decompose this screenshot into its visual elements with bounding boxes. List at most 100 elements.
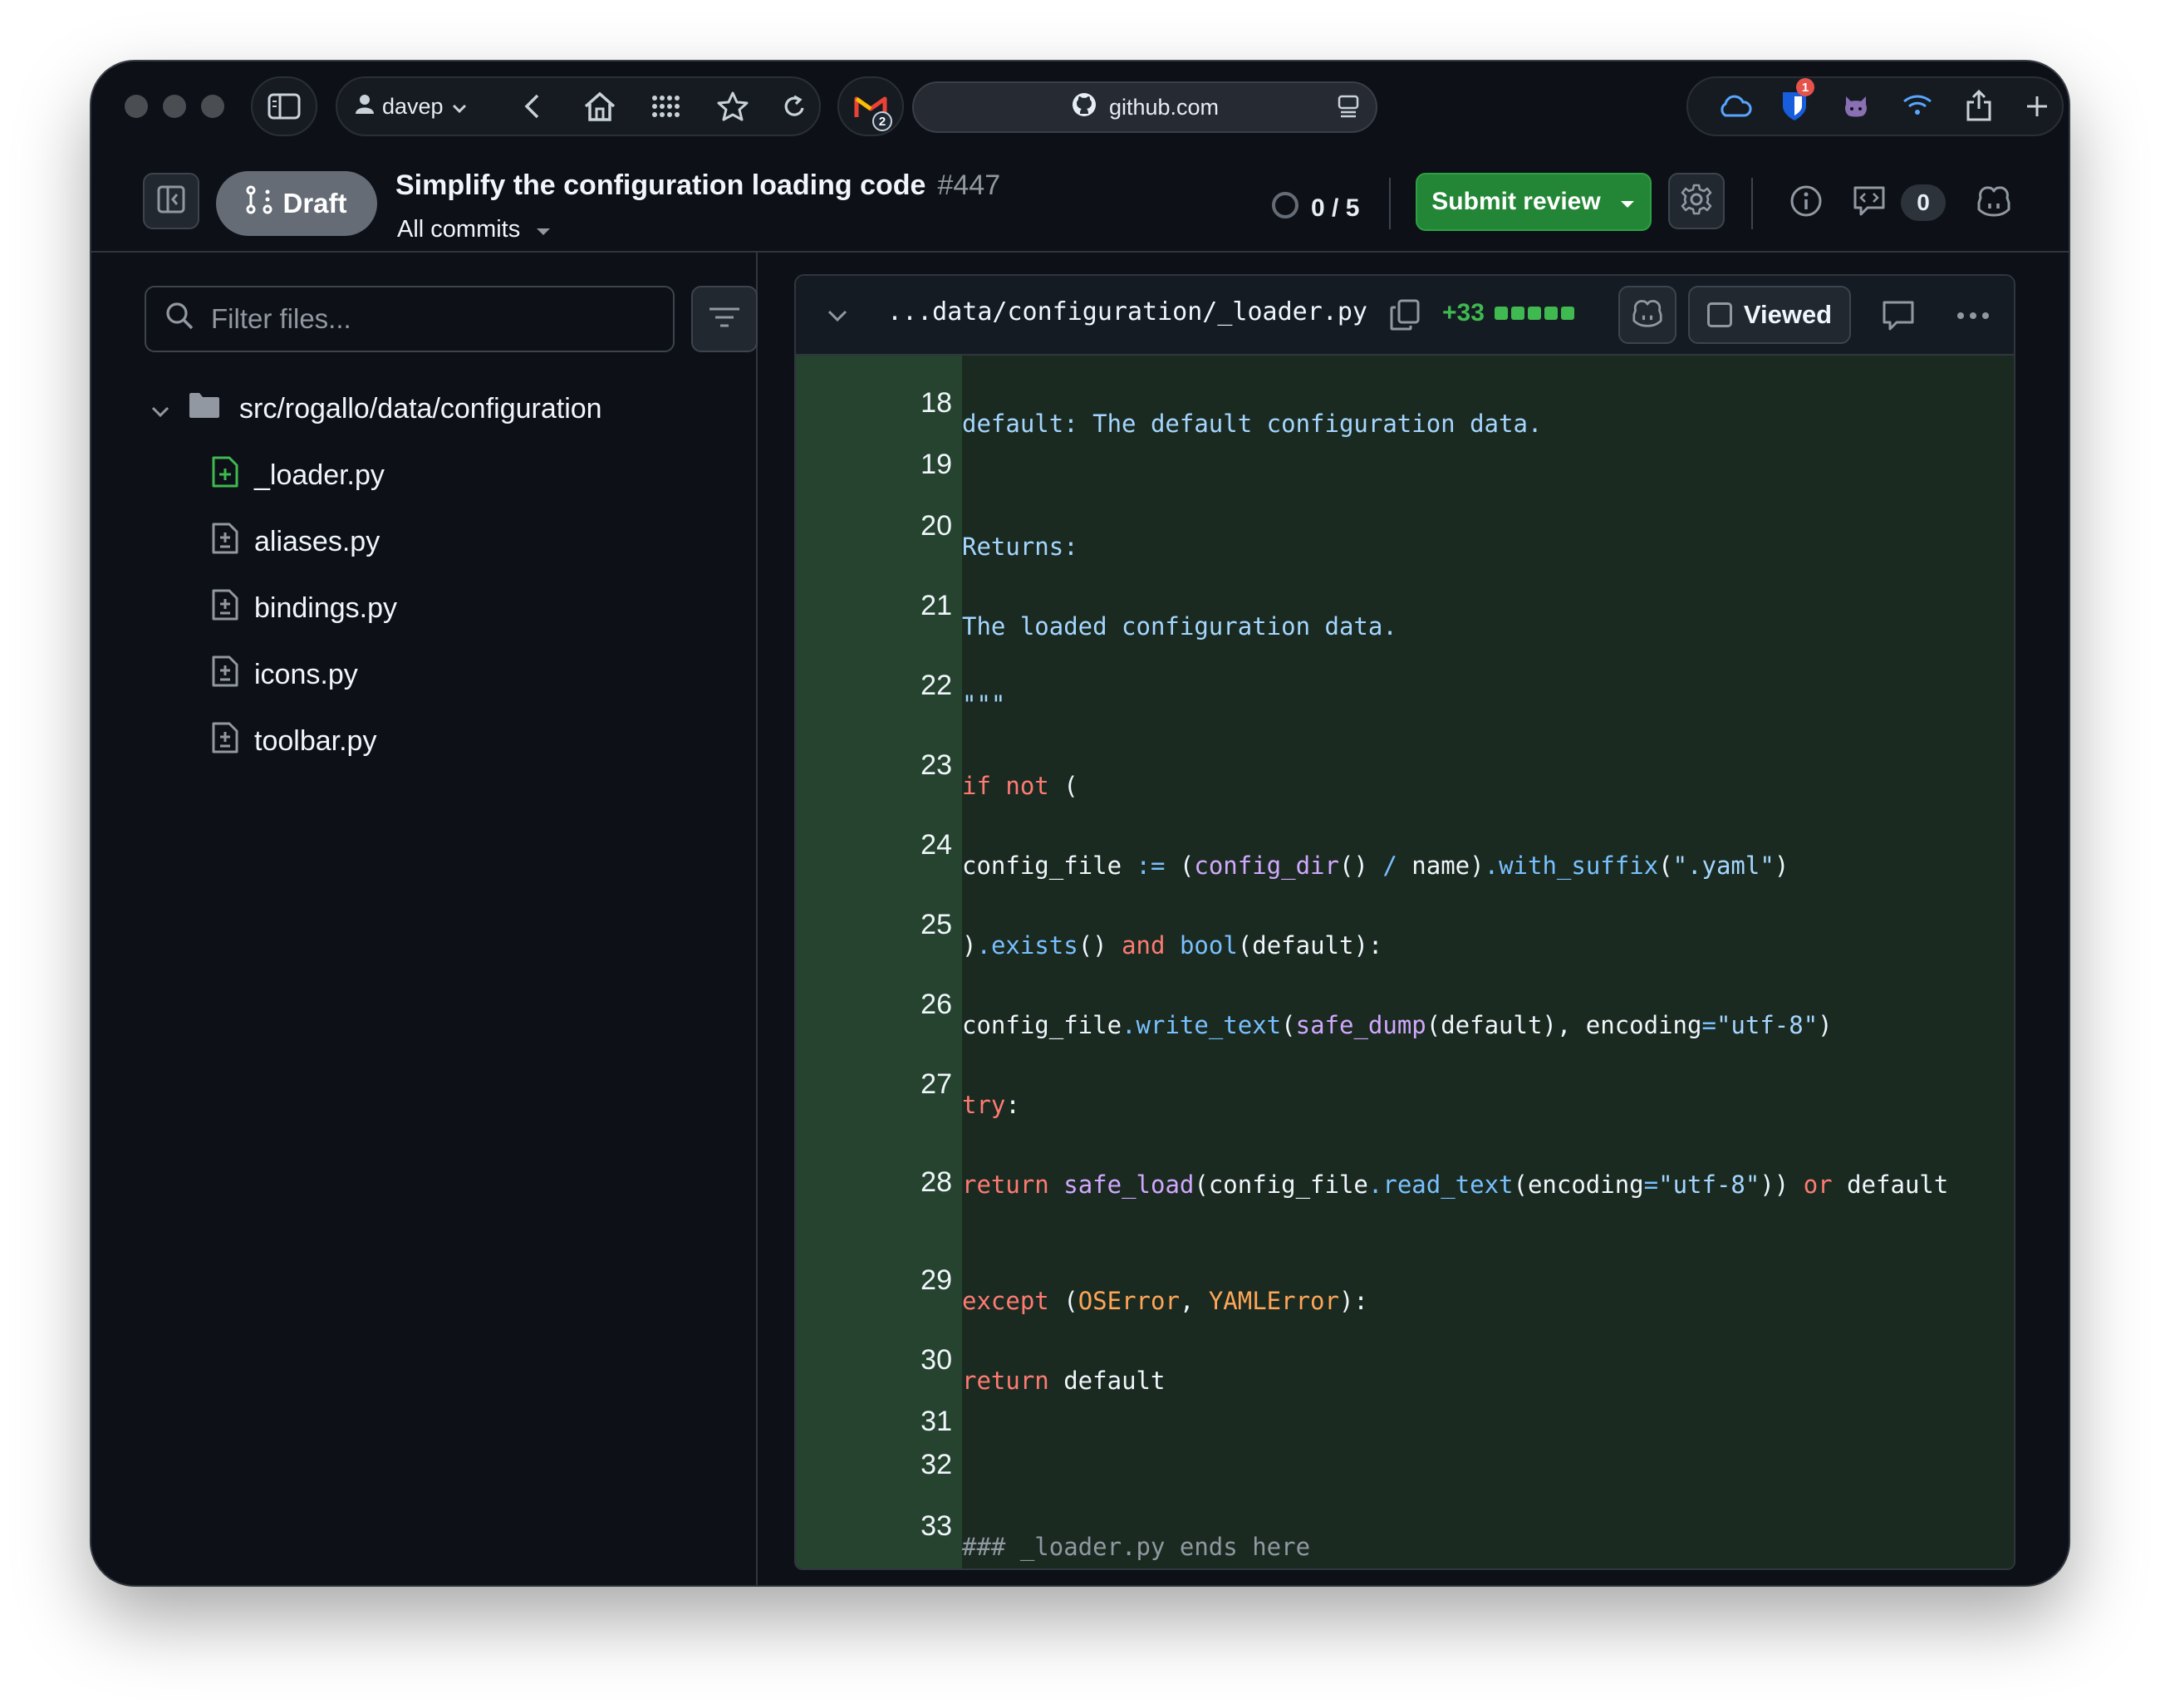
commits-dropdown-label: All commits xyxy=(397,216,521,243)
notification-badge: 1 xyxy=(1796,78,1814,96)
line-number[interactable]: 32 xyxy=(796,1449,952,1481)
caret-down-icon xyxy=(535,216,552,243)
file-diff-icon xyxy=(211,655,239,695)
octocat-icon[interactable] xyxy=(1834,85,1878,128)
file-tree-item[interactable]: icons.py xyxy=(211,651,358,698)
copilot-icon[interactable] xyxy=(1971,179,2017,223)
file-tree-item[interactable]: bindings.py xyxy=(211,585,397,631)
line-number[interactable]: 19 xyxy=(796,449,952,481)
filter-options-button[interactable] xyxy=(691,286,758,352)
reader-mode-icon[interactable] xyxy=(1338,95,1359,124)
page-title: Simplify the configuration loading code #… xyxy=(395,169,1000,202)
file-tree-item[interactable]: _loader.py xyxy=(211,452,385,498)
profile-menu[interactable]: davep xyxy=(356,85,467,128)
apps-grid-icon[interactable] xyxy=(645,85,688,128)
chevron-down-icon xyxy=(452,94,467,120)
file-name: icons.py xyxy=(254,658,358,690)
divider xyxy=(1751,178,1753,229)
commits-dropdown[interactable]: All commits xyxy=(397,216,552,243)
line-number[interactable]: 20 xyxy=(796,510,952,542)
submit-review-label: Submit review xyxy=(1431,188,1601,215)
code-comments-icon[interactable] xyxy=(1848,181,1891,221)
code-line: ### _loader.py ends here xyxy=(962,1533,1311,1561)
viewed-checkbox[interactable] xyxy=(1706,302,1732,327)
toggle-file-tree-button[interactable] xyxy=(143,173,199,229)
copilot-button[interactable] xyxy=(1618,286,1676,344)
review-settings-button[interactable] xyxy=(1668,173,1725,229)
line-number[interactable]: 25 xyxy=(796,909,952,941)
bookmark-star-icon[interactable] xyxy=(711,85,754,128)
url-text: github.com xyxy=(1108,94,1220,120)
minimize-window-button[interactable] xyxy=(163,95,186,118)
code-line: """ xyxy=(962,690,1006,719)
line-number[interactable]: 30 xyxy=(796,1344,952,1377)
pull-request-header: Draft Simplify the configuration loading… xyxy=(91,151,2069,253)
viewed-label: Viewed xyxy=(1743,300,1833,329)
file-tree-item[interactable]: aliases.py xyxy=(211,518,380,565)
line-number[interactable]: 18 xyxy=(796,387,952,420)
browser-toolbar: davep 2 github.com 1 xyxy=(91,61,2069,151)
code-line: default: The default configuration data. xyxy=(962,410,1543,438)
line-number[interactable]: 31 xyxy=(796,1406,952,1438)
code-line: ).exists() and bool(default): xyxy=(962,931,1383,960)
file-diff-header: ...data/configuration/_loader.py +33 Vie… xyxy=(796,276,2014,356)
filter-files-input[interactable]: Filter files... xyxy=(145,286,675,352)
collapse-file-chevron-icon[interactable] xyxy=(821,299,854,332)
gmail-tab-button[interactable]: 2 xyxy=(837,76,904,136)
line-number[interactable]: 27 xyxy=(796,1068,952,1101)
line-number[interactable]: 22 xyxy=(796,670,952,702)
search-icon xyxy=(164,301,194,337)
profile-name: davep xyxy=(382,93,444,119)
file-tree-sidebar: Filter files... src/rogallo/data/configu… xyxy=(91,253,758,1585)
code-line: try: xyxy=(962,1091,1020,1119)
home-icon[interactable] xyxy=(578,85,621,128)
comment-icon[interactable] xyxy=(1878,296,1919,336)
caret-down-icon xyxy=(1619,188,1636,216)
code-line: if not ( xyxy=(962,772,1078,800)
code-line: return safe_load(config_file.read_text(e… xyxy=(962,1171,1949,1199)
info-icon[interactable] xyxy=(1786,181,1826,221)
additions-summary: +33 xyxy=(1442,299,1574,327)
submit-review-button[interactable]: Submit review xyxy=(1416,173,1652,231)
file-name: bindings.py xyxy=(254,591,398,624)
zoom-window-button[interactable] xyxy=(201,95,224,118)
file-diff-icon xyxy=(211,721,239,762)
line-number[interactable]: 28 xyxy=(796,1166,952,1199)
viewed-toggle-button[interactable]: Viewed xyxy=(1688,286,1851,344)
code-line: The loaded configuration data. xyxy=(962,612,1397,640)
code-line: except (OSError, YAMLError): xyxy=(962,1287,1368,1315)
line-number[interactable]: 33 xyxy=(796,1510,952,1543)
draft-status-badge: Draft xyxy=(216,171,377,236)
gear-icon xyxy=(1680,183,1713,220)
new-tab-plus-icon[interactable] xyxy=(2017,85,2057,128)
line-number[interactable]: 29 xyxy=(796,1264,952,1297)
copilot-icon xyxy=(1631,298,1664,332)
back-icon[interactable] xyxy=(512,86,552,126)
sidebar-collapse-icon xyxy=(156,184,186,218)
line-number[interactable]: 21 xyxy=(796,590,952,622)
cloud-icon[interactable] xyxy=(1713,86,1756,126)
line-number[interactable]: 24 xyxy=(796,829,952,861)
diff-lines: 18 19 20 21 22 23 24 25 26 27 28 29 30 3… xyxy=(796,356,2014,1568)
code-line: config_file.write_text(safe_dump(default… xyxy=(962,1011,1833,1039)
pr-title: Simplify the configuration loading code xyxy=(395,169,926,201)
share-icon[interactable] xyxy=(1957,83,2000,128)
line-number[interactable]: 26 xyxy=(796,989,952,1021)
viewed-files-progress: 0 / 5 xyxy=(1271,191,1359,226)
wireless-extension-icon[interactable] xyxy=(1896,85,1939,128)
copy-path-icon[interactable] xyxy=(1384,294,1426,336)
directory-name: src/rogallo/data/configuration xyxy=(239,392,602,425)
reload-icon[interactable] xyxy=(773,85,816,128)
file-tree-item[interactable]: toolbar.py xyxy=(211,718,376,764)
kebab-horizontal-icon[interactable] xyxy=(1952,299,1994,332)
file-name: aliases.py xyxy=(254,525,380,557)
sidebar-toggle-button[interactable] xyxy=(251,76,317,136)
file-added-icon xyxy=(211,455,239,496)
directory-row[interactable]: src/rogallo/data/configuration xyxy=(151,385,602,432)
line-number[interactable]: 23 xyxy=(796,749,952,782)
comment-count-badge: 0 xyxy=(1901,184,1946,221)
file-diff-icon xyxy=(211,588,239,629)
code-line: Returns: xyxy=(962,533,1078,561)
address-bar[interactable]: github.com xyxy=(912,81,1377,133)
close-window-button[interactable] xyxy=(125,95,148,118)
